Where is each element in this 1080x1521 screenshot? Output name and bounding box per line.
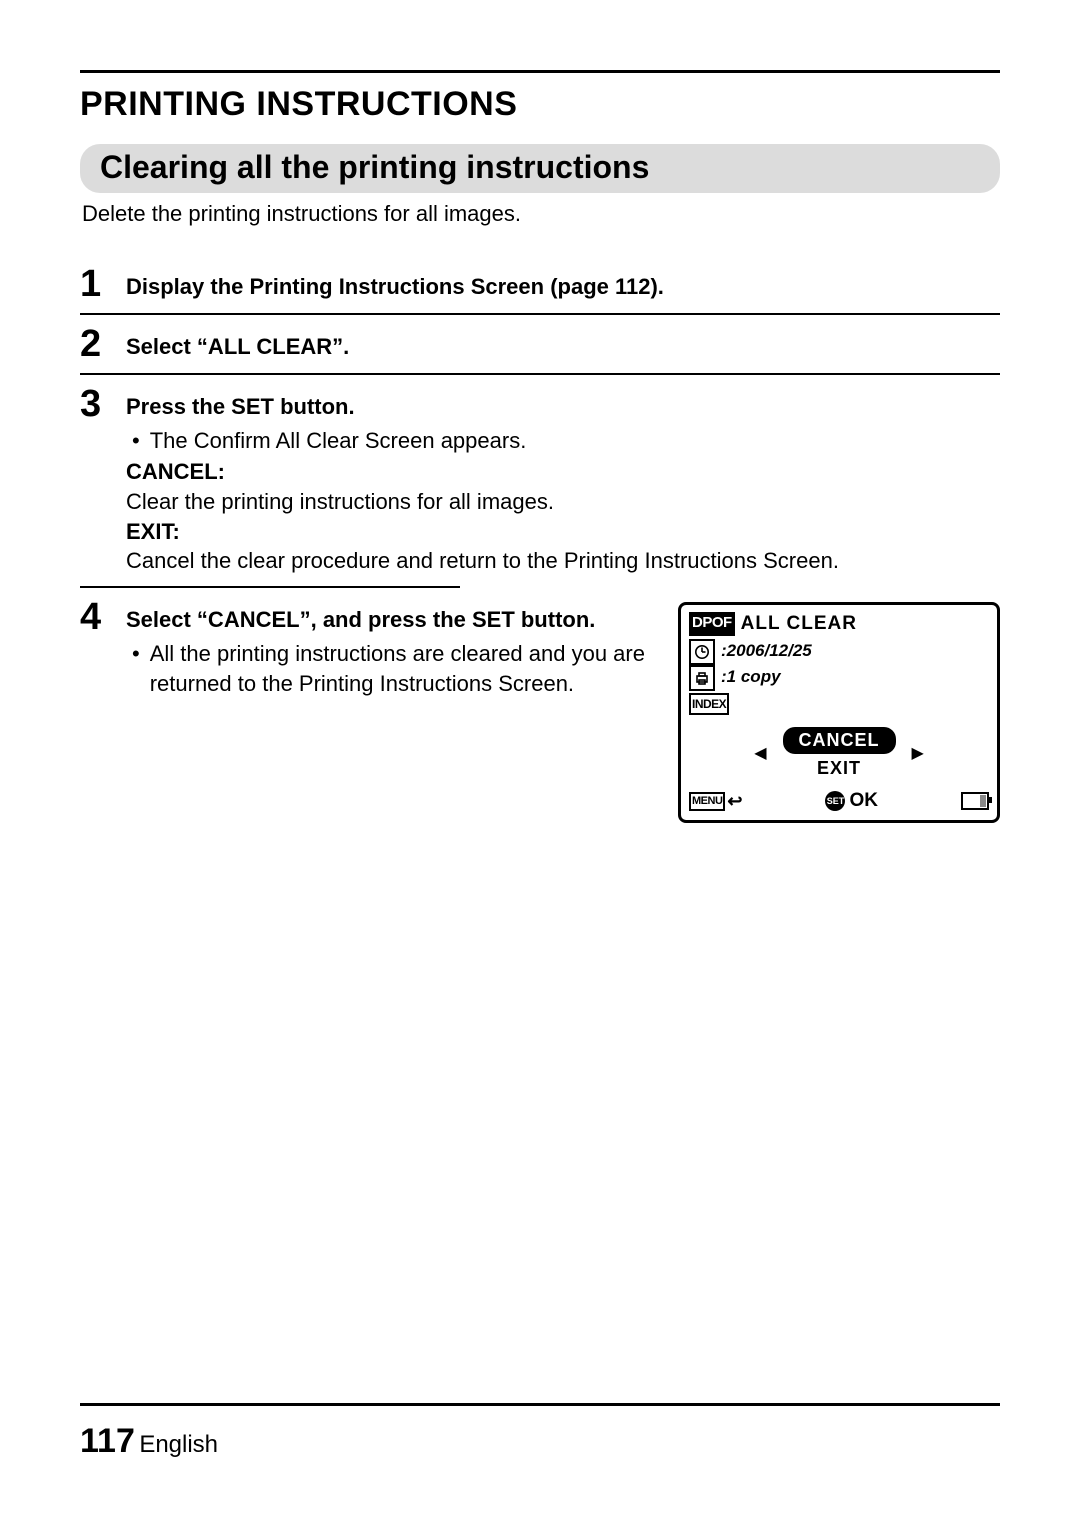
bullet-text: The Confirm All Clear Screen appears.	[150, 426, 527, 456]
printer-icon	[689, 665, 715, 691]
step-heading: Press the SET button.	[126, 385, 1000, 422]
page-title: PRINTING INSTRUCTIONS	[80, 85, 1000, 124]
lcd-title: ALL CLEAR	[741, 611, 857, 637]
step-number: 1	[80, 265, 126, 303]
step-2: 2 Select “ALL CLEAR”.	[80, 315, 1000, 373]
section-subtitle: Clearing all the printing instructions	[80, 144, 1000, 193]
back-arrow-icon: ↩	[727, 789, 742, 813]
left-arrow-icon: ◀	[748, 743, 772, 765]
def-term: EXIT:	[126, 517, 1000, 547]
step-1: 1 Display the Printing Instructions Scre…	[80, 255, 1000, 313]
lcd-screen: DPOF ALL CLEAR :2006/12/25 :1 copy I	[678, 602, 1000, 823]
set-ok-indicator: SET OK	[825, 788, 878, 814]
def-desc: Cancel the clear procedure and return to…	[126, 546, 1000, 576]
option-cancel-selected: CANCEL	[783, 727, 896, 754]
step-number: 4	[80, 598, 126, 636]
clock-icon	[689, 639, 715, 665]
lcd-date: 2006/12/25	[727, 641, 812, 660]
right-arrow-icon: ▶	[906, 743, 930, 765]
bullet-icon: •	[132, 426, 140, 456]
step-heading: Select “CANCEL”, and press the SET butto…	[126, 598, 650, 635]
page-number: 117	[80, 1422, 135, 1460]
lcd-copies: 1 copy	[727, 667, 781, 686]
step-4: 4 Select “CANCEL”, and press the SET but…	[80, 588, 1000, 833]
set-badge: SET	[825, 791, 845, 811]
index-chip: INDEX	[689, 693, 729, 715]
bullet-icon: •	[132, 639, 140, 698]
top-rule	[80, 70, 1000, 73]
intro-text: Delete the printing instructions for all…	[82, 201, 1000, 227]
bullet-text: All the printing instructions are cleare…	[150, 639, 650, 698]
ok-label: OK	[849, 788, 878, 814]
option-exit: EXIT	[817, 756, 861, 780]
step-heading: Select “ALL CLEAR”.	[126, 325, 1000, 362]
step-heading: Display the Printing Instructions Screen…	[126, 265, 1000, 302]
step-number: 2	[80, 325, 126, 363]
def-desc: Clear the printing instructions for all …	[126, 487, 1000, 517]
page-language: English	[139, 1431, 218, 1458]
menu-chip: MENU	[689, 792, 725, 811]
menu-back-indicator: MENU ↩	[689, 789, 742, 813]
battery-icon	[961, 792, 989, 810]
dpof-chip: DPOF	[689, 612, 735, 635]
page-footer: 117 English	[80, 1403, 1000, 1461]
step-number: 3	[80, 385, 126, 423]
step-3: 3 Press the SET button. • The Confirm Al…	[80, 375, 1000, 586]
def-term: CANCEL:	[126, 457, 1000, 487]
